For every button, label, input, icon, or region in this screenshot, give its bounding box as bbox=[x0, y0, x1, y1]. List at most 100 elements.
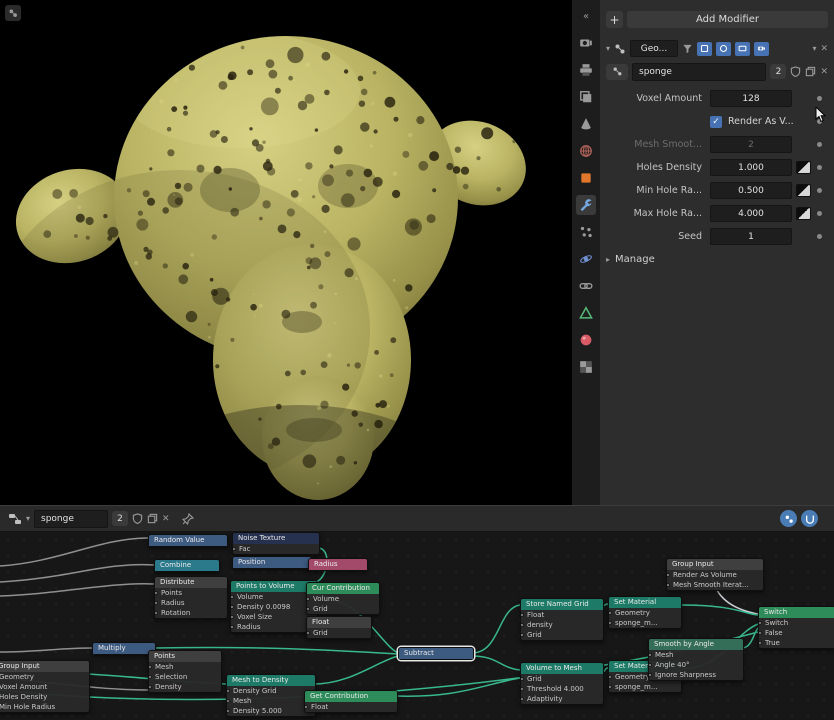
toggle-viewport-icon[interactable] bbox=[735, 42, 750, 56]
viewport-3d[interactable] bbox=[0, 0, 572, 505]
editor-type-dropdown-icon[interactable]: ▾ bbox=[26, 514, 30, 523]
node-canvas[interactable]: Random Value Noise TextureFac Combine Posit… bbox=[0, 532, 834, 720]
node-switch[interactable]: SwitchSwitchFalseTrue bbox=[758, 606, 834, 649]
node-group-unlink-icon[interactable]: ✕ bbox=[162, 514, 170, 524]
attribute-toggle-icon[interactable] bbox=[796, 161, 811, 174]
node-distribute[interactable]: DistributePointsRadiusRotation bbox=[154, 576, 228, 619]
add-modifier-button[interactable]: Add Modifier bbox=[627, 11, 828, 28]
node-mesh-to-density[interactable]: Mesh to DensityDensity GridMeshDensity 5… bbox=[226, 674, 316, 717]
toggle-edit-mode-icon[interactable] bbox=[697, 42, 712, 56]
node-socket-row: Density bbox=[149, 682, 221, 692]
animate-dot-icon[interactable] bbox=[817, 142, 822, 147]
animate-dot-icon[interactable] bbox=[817, 96, 822, 101]
node-group-browse-icon[interactable] bbox=[606, 64, 628, 80]
node-combine[interactable]: Combine bbox=[154, 559, 220, 572]
tab-object-data-icon[interactable] bbox=[576, 303, 596, 323]
modifier-expand-icon[interactable]: ▾ bbox=[606, 44, 610, 53]
holes-density-field[interactable]: 1.000 bbox=[710, 159, 792, 176]
animate-dot-icon[interactable] bbox=[817, 234, 822, 239]
tab-constraints-icon[interactable] bbox=[576, 276, 596, 296]
modifier-name-field[interactable]: Geo... bbox=[630, 40, 678, 57]
node-group-unlink-icon[interactable]: ✕ bbox=[820, 67, 828, 77]
node-group-users-count[interactable]: 2 bbox=[770, 64, 786, 79]
node-socket-row: Adaptivity bbox=[521, 694, 603, 704]
node-socket-row: Grid bbox=[307, 628, 371, 638]
fake-user-shield-icon[interactable] bbox=[790, 66, 801, 77]
attribute-toggle-icon[interactable] bbox=[796, 207, 811, 220]
node-set-material[interactable]: Set MaterialGeometrysponge_m... bbox=[608, 596, 682, 629]
attribute-toggle-icon[interactable] bbox=[796, 184, 811, 197]
tab-texture-icon[interactable] bbox=[576, 357, 596, 377]
animate-dot-icon[interactable] bbox=[817, 165, 822, 170]
max-hole-radius-field[interactable]: 4.000 bbox=[710, 205, 792, 222]
tab-output-icon[interactable] bbox=[576, 60, 596, 80]
new-copy-icon[interactable] bbox=[147, 513, 158, 524]
node-socket-row: Holes Density bbox=[0, 692, 89, 702]
modifier-extras-dropdown-icon[interactable]: ▾ bbox=[812, 44, 816, 53]
filter-funnel-icon[interactable] bbox=[682, 43, 693, 54]
viewport-editor-type-icon[interactable] bbox=[5, 5, 21, 21]
node-volume-to-mesh[interactable]: Volume to MeshGridThreshold 4.000Adaptiv… bbox=[520, 662, 604, 705]
node-socket-row: density bbox=[521, 620, 603, 630]
node-title: Smooth by Angle bbox=[649, 639, 743, 650]
toggle-realtime-icon[interactable] bbox=[716, 42, 731, 56]
node-cur-contribution[interactable]: Cur ContributionVolumeGrid bbox=[306, 582, 380, 615]
node-smooth-by-angle[interactable]: Smooth by AngleMeshAngle 40°Ignore Sharp… bbox=[648, 638, 744, 681]
min-hole-radius-label: Min Hole Ra... bbox=[606, 185, 702, 196]
pin-icon[interactable] bbox=[182, 513, 194, 525]
node-socket-row: False bbox=[759, 628, 834, 638]
manage-section-row[interactable]: ▸ Manage bbox=[600, 248, 834, 271]
voxel-amount-field[interactable]: 128 bbox=[710, 90, 792, 107]
node-noise-texture[interactable]: Noise TextureFac bbox=[232, 532, 320, 555]
tab-collapse-panel-icon[interactable]: « bbox=[576, 6, 596, 26]
modifier-header-row: ▾ Geo... ▾ ✕ bbox=[600, 37, 834, 60]
node-group-input[interactable]: Group InputGeometryVoxel AmountHoles Den… bbox=[0, 660, 90, 713]
node-points[interactable]: PointsMeshSelectionDensity bbox=[148, 650, 222, 693]
editor-type-icon[interactable] bbox=[8, 512, 22, 526]
toggle-render-icon[interactable] bbox=[754, 42, 769, 56]
node-store-named-grid[interactable]: Store Named GridFloatdensityGrid bbox=[520, 598, 604, 641]
node-socket-row: Geometry bbox=[0, 672, 89, 682]
node-editor-group-name-field[interactable]: sponge bbox=[34, 510, 108, 528]
node-get-contribution[interactable]: Get ContributionFloat bbox=[304, 690, 398, 713]
node-float[interactable]: FloatGrid bbox=[306, 616, 372, 639]
tab-physics-icon[interactable] bbox=[576, 249, 596, 269]
node-socket-row: True bbox=[759, 638, 834, 648]
add-modifier-plus-button[interactable]: + bbox=[606, 11, 623, 28]
animate-dot-icon[interactable] bbox=[817, 211, 822, 216]
node-title: Random Value bbox=[149, 535, 227, 546]
tab-world-icon[interactable] bbox=[576, 141, 596, 161]
snapping-toggle-icon[interactable] bbox=[801, 510, 818, 527]
tab-object-icon[interactable] bbox=[576, 168, 596, 188]
animate-dot-icon[interactable] bbox=[817, 188, 822, 193]
tab-render-icon[interactable] bbox=[576, 33, 596, 53]
node-title: Group Input bbox=[667, 559, 763, 570]
node-subtract[interactable]: Subtract bbox=[398, 647, 474, 660]
node-radius[interactable]: Radius bbox=[308, 558, 368, 571]
tab-material-icon[interactable] bbox=[576, 330, 596, 350]
new-copy-icon[interactable] bbox=[805, 66, 816, 77]
render-as-volume-checkbox[interactable]: ✓ bbox=[710, 116, 722, 128]
tab-scene-icon[interactable] bbox=[576, 114, 596, 134]
min-hole-radius-field[interactable]: 0.500 bbox=[710, 182, 792, 199]
node-editor-users-count[interactable]: 2 bbox=[112, 511, 128, 526]
modifier-close-icon[interactable]: ✕ bbox=[820, 44, 828, 54]
node-group-name-field[interactable]: sponge bbox=[632, 63, 766, 81]
node-group-input[interactable]: Group InputRender As VolumeMesh Smooth I… bbox=[666, 558, 764, 591]
manage-expand-icon[interactable]: ▸ bbox=[606, 255, 610, 264]
node-socket-row: Render As Volume bbox=[667, 570, 763, 580]
node-position[interactable]: Position bbox=[232, 556, 312, 569]
seed-field[interactable]: 1 bbox=[710, 228, 792, 245]
node-multiply[interactable]: Multiply bbox=[92, 642, 156, 655]
tab-modifiers-icon[interactable] bbox=[576, 195, 596, 215]
node-points-to-volume[interactable]: Points to VolumeVolumeDensity 0.0098Voxe… bbox=[230, 580, 318, 633]
render-as-volume-label: Render As V... bbox=[728, 116, 794, 127]
tab-view-layer-icon[interactable] bbox=[576, 87, 596, 107]
fake-user-shield-icon[interactable] bbox=[132, 513, 143, 524]
node-title: Points to Volume bbox=[231, 581, 317, 592]
node-random-value[interactable]: Random Value bbox=[148, 534, 228, 547]
tab-particles-icon[interactable] bbox=[576, 222, 596, 242]
mesh-smooth-label: Mesh Smoot... bbox=[606, 139, 702, 150]
node-overlay-toggle-icon[interactable] bbox=[780, 510, 797, 527]
mouse-cursor bbox=[815, 107, 828, 123]
